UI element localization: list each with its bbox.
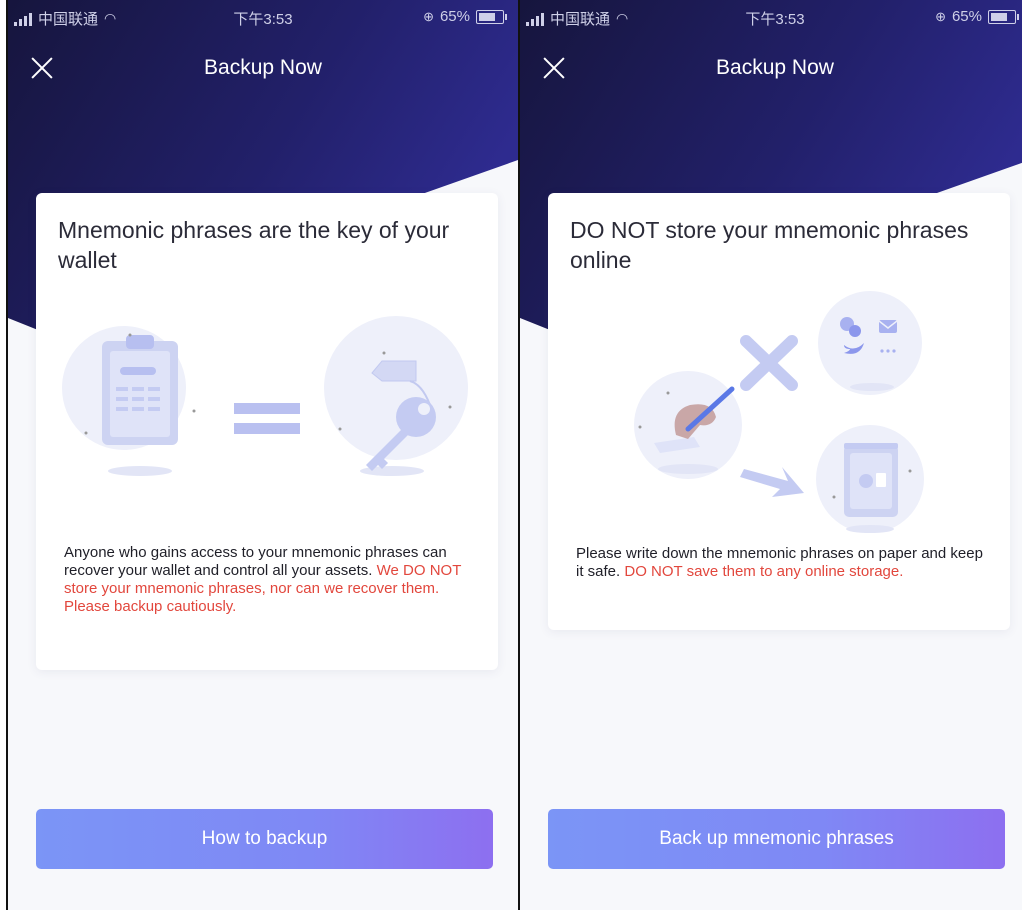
rotation-lock-icon: ⊕ [423, 8, 434, 24]
equals-icon [234, 403, 300, 434]
social-icon [818, 291, 922, 395]
card-title: Mnemonic phrases are the key of your wal… [58, 217, 450, 273]
safe-icon [816, 425, 924, 533]
cross-icon [740, 335, 798, 391]
offline-illustration [548, 283, 1010, 548]
status-bar: 中国联通 ◠ 下午3:53 ⊕ 65% [8, 0, 518, 32]
card-title: DO NOT store your mnemonic phrases onlin… [570, 217, 969, 273]
back-up-mnemonic-button[interactable]: Back up mnemonic phrases [548, 809, 1005, 869]
card-body: Anyone who gains access to your mnemonic… [64, 544, 474, 616]
writing-hand-icon [634, 371, 742, 479]
clipboard-icon [62, 326, 196, 476]
backup-screen-1: 中国联通 ◠ 下午3:53 ⊕ 65% Backup Now Mnemonic … [8, 0, 518, 910]
page-title: Backup Now [716, 56, 834, 79]
rotation-lock-icon: ⊕ [935, 8, 946, 24]
info-card: DO NOT store your mnemonic phrases onlin… [548, 193, 1010, 630]
key-illustration [36, 283, 498, 518]
key-icon [324, 316, 468, 476]
battery-icon [988, 9, 1019, 24]
page-title: Backup Now [204, 56, 322, 79]
battery-percent: 65% [951, 8, 982, 25]
status-bar: 中国联通 ◠ 下午3:53 ⊕ 65% [520, 0, 1022, 32]
backup-screen-2: 中国联通 ◠ 下午3:53 ⊕ 65% Backup Now DO NOT st… [520, 0, 1022, 910]
battery-icon [476, 9, 507, 24]
battery-percent: 65% [439, 8, 470, 25]
card-body: Please write down the mnemonic phrases o… [576, 545, 986, 581]
info-card: Mnemonic phrases are the key of your wal… [36, 193, 498, 670]
how-to-backup-button[interactable]: How to backup [36, 809, 493, 869]
arrow-icon [740, 467, 804, 497]
warning-text: DO NOT save them to any online storage. [624, 563, 904, 580]
